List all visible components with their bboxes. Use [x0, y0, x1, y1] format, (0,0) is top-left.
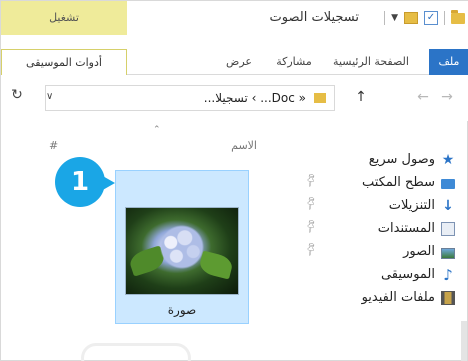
- scrollbar-thumb[interactable]: [461, 321, 467, 361]
- image-thumbnail: [125, 207, 239, 295]
- nav-item-label: ملفات الفيديو: [361, 290, 435, 305]
- address-bar[interactable]: « Doc... › تسجيلا...: [45, 85, 335, 111]
- pin-icon[interactable]: 📌︎: [303, 195, 320, 211]
- file-name[interactable]: صورة: [116, 303, 248, 317]
- callout-number: 1: [55, 157, 105, 207]
- content-area: ⌃ الاسم # ★ وصول سريع سطح المكتب ↓ التنز…: [1, 121, 468, 361]
- tab-home[interactable]: الصفحة الرئيسية: [329, 49, 413, 75]
- ribbon-tabs: ملف الصفحة الرئيسية مشاركة عرض أدوات الم…: [1, 35, 468, 75]
- nav-item-label: التنزيلات: [388, 198, 435, 213]
- context-tab-group: تشغيل: [1, 1, 127, 35]
- tab-music-tools[interactable]: أدوات الموسيقى: [1, 49, 127, 75]
- pictures-icon: [441, 247, 455, 259]
- nav-item-desktop[interactable]: سطح المكتب: [362, 172, 455, 194]
- videos-icon: [441, 291, 455, 305]
- back-arrow-icon[interactable]: →: [439, 89, 455, 105]
- nav-item-label: سطح المكتب: [361, 175, 435, 190]
- up-arrow-icon[interactable]: ↑: [353, 89, 369, 105]
- nav-item-quick-access[interactable]: ★ وصول سريع: [369, 149, 455, 171]
- callout-pointer: [101, 175, 115, 191]
- column-header-number[interactable]: #: [49, 139, 58, 152]
- download-icon: ↓: [442, 198, 454, 214]
- star-icon: ★: [441, 152, 455, 168]
- toolbar-separator: [444, 11, 445, 25]
- forward-arrow-icon[interactable]: ←: [415, 89, 431, 105]
- nav-item-documents[interactable]: المستندات: [378, 218, 455, 240]
- context-group-label: تشغيل: [49, 11, 79, 24]
- nav-item-videos[interactable]: ملفات الفيديو: [362, 287, 455, 309]
- pin-icon[interactable]: 📌︎: [303, 241, 320, 257]
- address-path[interactable]: « Doc... › تسجيلا...: [204, 86, 306, 110]
- file-explorer-window: تشغيل تسجيلات الصوت ✓ ▼ ملف الصفحة الرئي…: [0, 0, 468, 361]
- sort-caret-icon: ⌃: [153, 125, 161, 135]
- quick-access-toolbar: ✓ ▼: [384, 9, 465, 26]
- toolbar-separator: [384, 11, 386, 25]
- nav-item-downloads[interactable]: ↓ التنزيلات: [389, 195, 455, 217]
- address-row: → ← ↑ « Doc... › تسجيلا... ∨ ↻: [1, 75, 468, 121]
- new-folder-icon[interactable]: [404, 12, 418, 24]
- column-header-name[interactable]: الاسم: [231, 139, 257, 152]
- file-item-selected[interactable]: صورة: [115, 170, 249, 324]
- desktop-icon: [441, 179, 455, 189]
- nav-item-music[interactable]: ♪ الموسيقى: [381, 264, 455, 286]
- pin-icon[interactable]: 📌︎: [303, 172, 320, 188]
- title-bar: تشغيل تسجيلات الصوت ✓ ▼: [1, 1, 468, 35]
- music-icon: ♪: [443, 266, 453, 284]
- customize-toolbar-icon[interactable]: ▼: [391, 13, 398, 23]
- window-title: تسجيلات الصوت: [269, 10, 359, 25]
- nav-item-label: الموسيقى: [380, 267, 435, 282]
- refresh-icon[interactable]: ↻: [9, 87, 25, 103]
- nav-item-label: المستندات: [377, 221, 435, 236]
- documents-icon: [441, 222, 455, 236]
- chevron-down-icon[interactable]: ∨: [46, 91, 53, 102]
- nav-item-label: الصور: [403, 244, 435, 259]
- tab-share[interactable]: مشاركة: [264, 49, 324, 75]
- thumbnail-flower: [154, 224, 210, 270]
- pin-icon[interactable]: 📌︎: [303, 218, 320, 234]
- properties-icon[interactable]: ✓: [424, 11, 438, 25]
- tab-file[interactable]: ملف: [429, 49, 468, 75]
- nav-item-pictures[interactable]: الصور: [403, 241, 455, 263]
- folder-icon: [451, 9, 465, 24]
- decorative-arc: [81, 343, 191, 361]
- tab-view[interactable]: عرض: [217, 49, 261, 75]
- folder-icon: [314, 93, 326, 103]
- nav-item-label: وصول سريع: [368, 152, 435, 167]
